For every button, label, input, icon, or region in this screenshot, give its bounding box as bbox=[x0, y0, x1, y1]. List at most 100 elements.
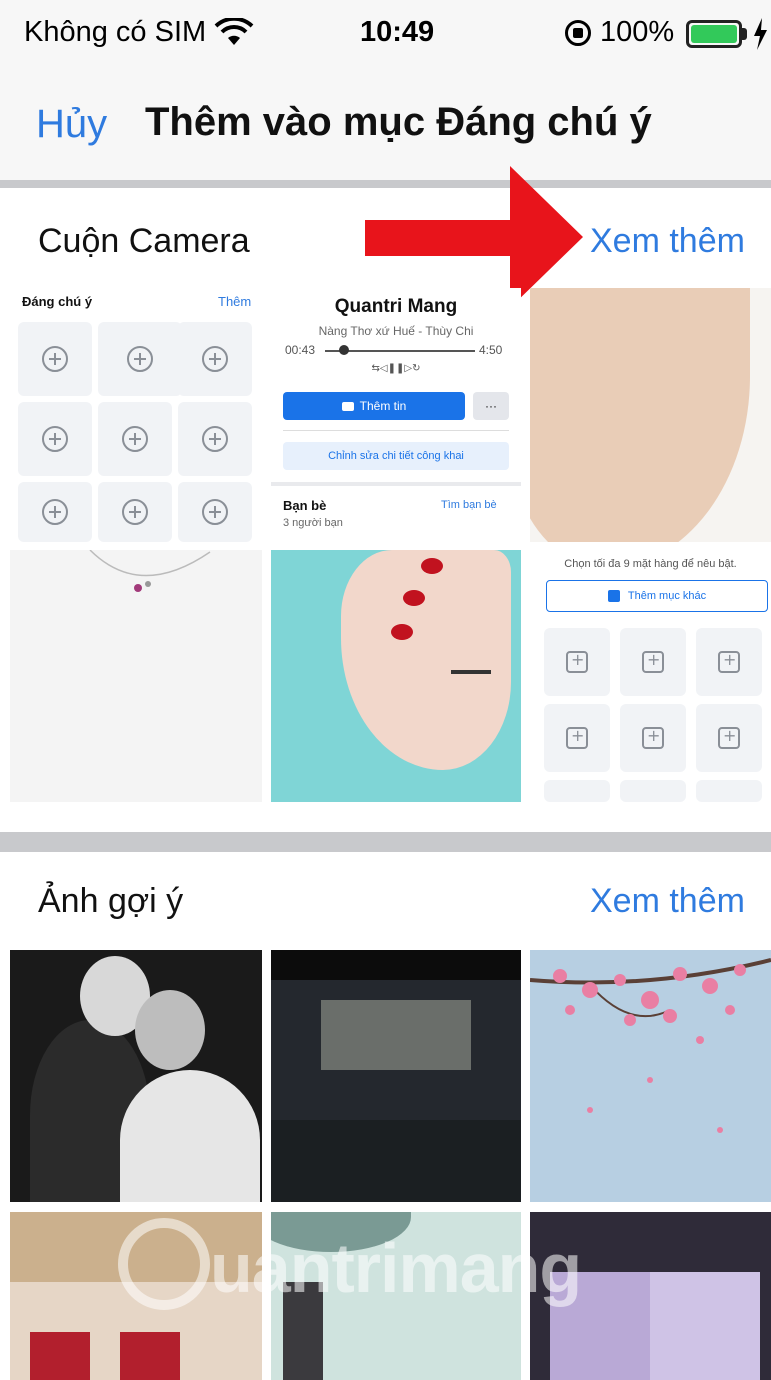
add-circle-icon bbox=[202, 426, 228, 452]
profile-name: Quantri Mang bbox=[334, 296, 458, 317]
friend-count: 3 người bạn bbox=[283, 517, 343, 529]
highlight-slot bbox=[98, 482, 172, 542]
select-hint: Chọn tối đa 9 mặt hàng để nêu bật. bbox=[564, 558, 737, 570]
featured-slot bbox=[544, 628, 610, 696]
add-circle-icon bbox=[42, 426, 68, 452]
camera-roll-photo[interactable]: Chọn tối đa 9 mặt hàng để nêu bật. Thêm … bbox=[530, 550, 771, 802]
playback-controls: ⇆◁❚❚▷↻ bbox=[371, 363, 421, 374]
song-title: Nàng Thơ xứ Huế - Thùy Chi bbox=[318, 324, 474, 338]
arm-shape bbox=[530, 288, 750, 542]
add-circle-icon bbox=[202, 346, 228, 372]
camera-roll-title: Cuộn Camera bbox=[38, 222, 250, 260]
featured-slot bbox=[696, 780, 762, 802]
featured-slot bbox=[696, 628, 762, 696]
time-elapsed: 00:43 bbox=[285, 343, 316, 357]
battery-tip-icon bbox=[742, 28, 747, 40]
add-photo-icon bbox=[718, 650, 740, 673]
add-circle-icon bbox=[122, 426, 148, 452]
highlights-add-link: Thêm bbox=[218, 294, 252, 309]
featured-slot bbox=[696, 704, 762, 772]
road-shape bbox=[271, 1120, 521, 1202]
person-shape bbox=[120, 1070, 260, 1202]
carrier-label: Không có SIM bbox=[24, 16, 207, 48]
nav-bar: Hủy Thêm vào mục Đáng chú ý bbox=[0, 70, 771, 180]
highlight-slot bbox=[18, 482, 92, 542]
suggested-photo[interactable] bbox=[10, 950, 262, 1202]
clock: 10:49 bbox=[360, 16, 435, 48]
battery-icon bbox=[686, 20, 742, 48]
edit-public-details-button: Chỉnh sửa chi tiết công khai bbox=[283, 442, 509, 470]
necklace-image bbox=[89, 550, 211, 592]
featured-slot bbox=[620, 704, 686, 772]
add-other-label: Thêm mục khác bbox=[627, 590, 707, 602]
edit-public-label: Chỉnh sửa chi tiết công khai bbox=[328, 450, 464, 462]
profile-divider bbox=[283, 430, 509, 431]
camera-roll-photo[interactable] bbox=[10, 550, 262, 802]
orientation-lock-icon bbox=[565, 20, 591, 46]
add-other-items-button: Thêm mục khác bbox=[546, 580, 768, 612]
wifi-icon bbox=[214, 16, 254, 53]
hand-shape bbox=[341, 550, 511, 770]
red-arrow-icon bbox=[365, 166, 583, 308]
blossom-image bbox=[530, 958, 771, 1133]
battery-percent: 100% bbox=[600, 16, 675, 48]
person-shape bbox=[30, 1332, 90, 1380]
highlight-slot bbox=[178, 322, 252, 396]
camera-icon bbox=[341, 401, 354, 411]
add-circle-icon bbox=[42, 346, 68, 372]
featured-slot bbox=[620, 780, 686, 802]
camera-roll-photo[interactable] bbox=[271, 550, 521, 802]
status-bar: Không có SIM 10:49 100% bbox=[0, 0, 771, 70]
add-story-label: Thêm tin bbox=[359, 399, 407, 413]
highlight-slot bbox=[178, 402, 252, 476]
featured-slot bbox=[544, 704, 610, 772]
add-photo-icon bbox=[718, 726, 740, 749]
nail bbox=[391, 624, 413, 640]
camera-roll-photo[interactable] bbox=[530, 288, 771, 542]
add-photo-icon bbox=[642, 650, 664, 673]
highlight-slot bbox=[18, 402, 92, 476]
camera-roll-grid: Đáng chú ý Thêm Quantri Mang Nàng Thơ xứ… bbox=[10, 288, 771, 802]
highlight-slot bbox=[178, 482, 252, 542]
progress-thumb bbox=[339, 345, 349, 355]
person-shape bbox=[650, 1272, 760, 1380]
find-friends-link: Tìm bạn bè bbox=[441, 499, 497, 511]
highlights-heading: Đáng chú ý bbox=[22, 294, 93, 309]
add-circle-icon bbox=[122, 499, 148, 525]
watermark-logo bbox=[118, 1218, 210, 1310]
more-label: ··· bbox=[485, 399, 497, 413]
suggested-grid bbox=[10, 950, 771, 1380]
page-title: Thêm vào mục Đáng chú ý bbox=[145, 100, 652, 144]
suggested-see-more-button[interactable]: Xem thêm bbox=[590, 882, 745, 921]
charging-icon bbox=[752, 18, 768, 55]
friends-heading: Bạn bè bbox=[283, 498, 327, 513]
window-shape bbox=[321, 1000, 471, 1070]
section-divider bbox=[0, 832, 771, 852]
cancel-button[interactable]: Hủy bbox=[36, 102, 107, 147]
add-circle-icon bbox=[202, 499, 228, 525]
camera-roll-photo[interactable]: Quantri Mang Nàng Thơ xứ Huế - Thùy Chi … bbox=[271, 288, 521, 542]
add-story-button: Thêm tin bbox=[283, 392, 465, 420]
ring bbox=[451, 670, 491, 674]
suggested-title: Ảnh gợi ý bbox=[38, 882, 184, 920]
section-divider bbox=[271, 482, 521, 486]
add-photo-icon bbox=[642, 726, 664, 749]
add-photo-icon bbox=[566, 726, 588, 749]
featured-slot bbox=[544, 780, 610, 802]
person-head bbox=[135, 990, 205, 1070]
add-circle-icon bbox=[42, 499, 68, 525]
screen: Không có SIM 10:49 100% Hủy Thêm vào mục… bbox=[0, 0, 771, 1380]
highlight-slot bbox=[98, 402, 172, 476]
camera-roll-photo[interactable]: Đáng chú ý Thêm bbox=[10, 288, 262, 542]
featured-slot bbox=[620, 628, 686, 696]
camera-roll-see-more-button[interactable]: Xem thêm bbox=[590, 222, 745, 261]
person-shape bbox=[120, 1332, 180, 1380]
time-total: 4:50 bbox=[479, 343, 503, 357]
suggested-photo[interactable] bbox=[530, 950, 771, 1202]
suggested-photo[interactable] bbox=[271, 950, 521, 1202]
watermark-text: uantrimang bbox=[210, 1229, 582, 1307]
add-circle-icon bbox=[127, 346, 153, 372]
nail bbox=[403, 590, 425, 606]
add-media-icon bbox=[607, 590, 620, 602]
highlight-slot bbox=[18, 322, 92, 396]
